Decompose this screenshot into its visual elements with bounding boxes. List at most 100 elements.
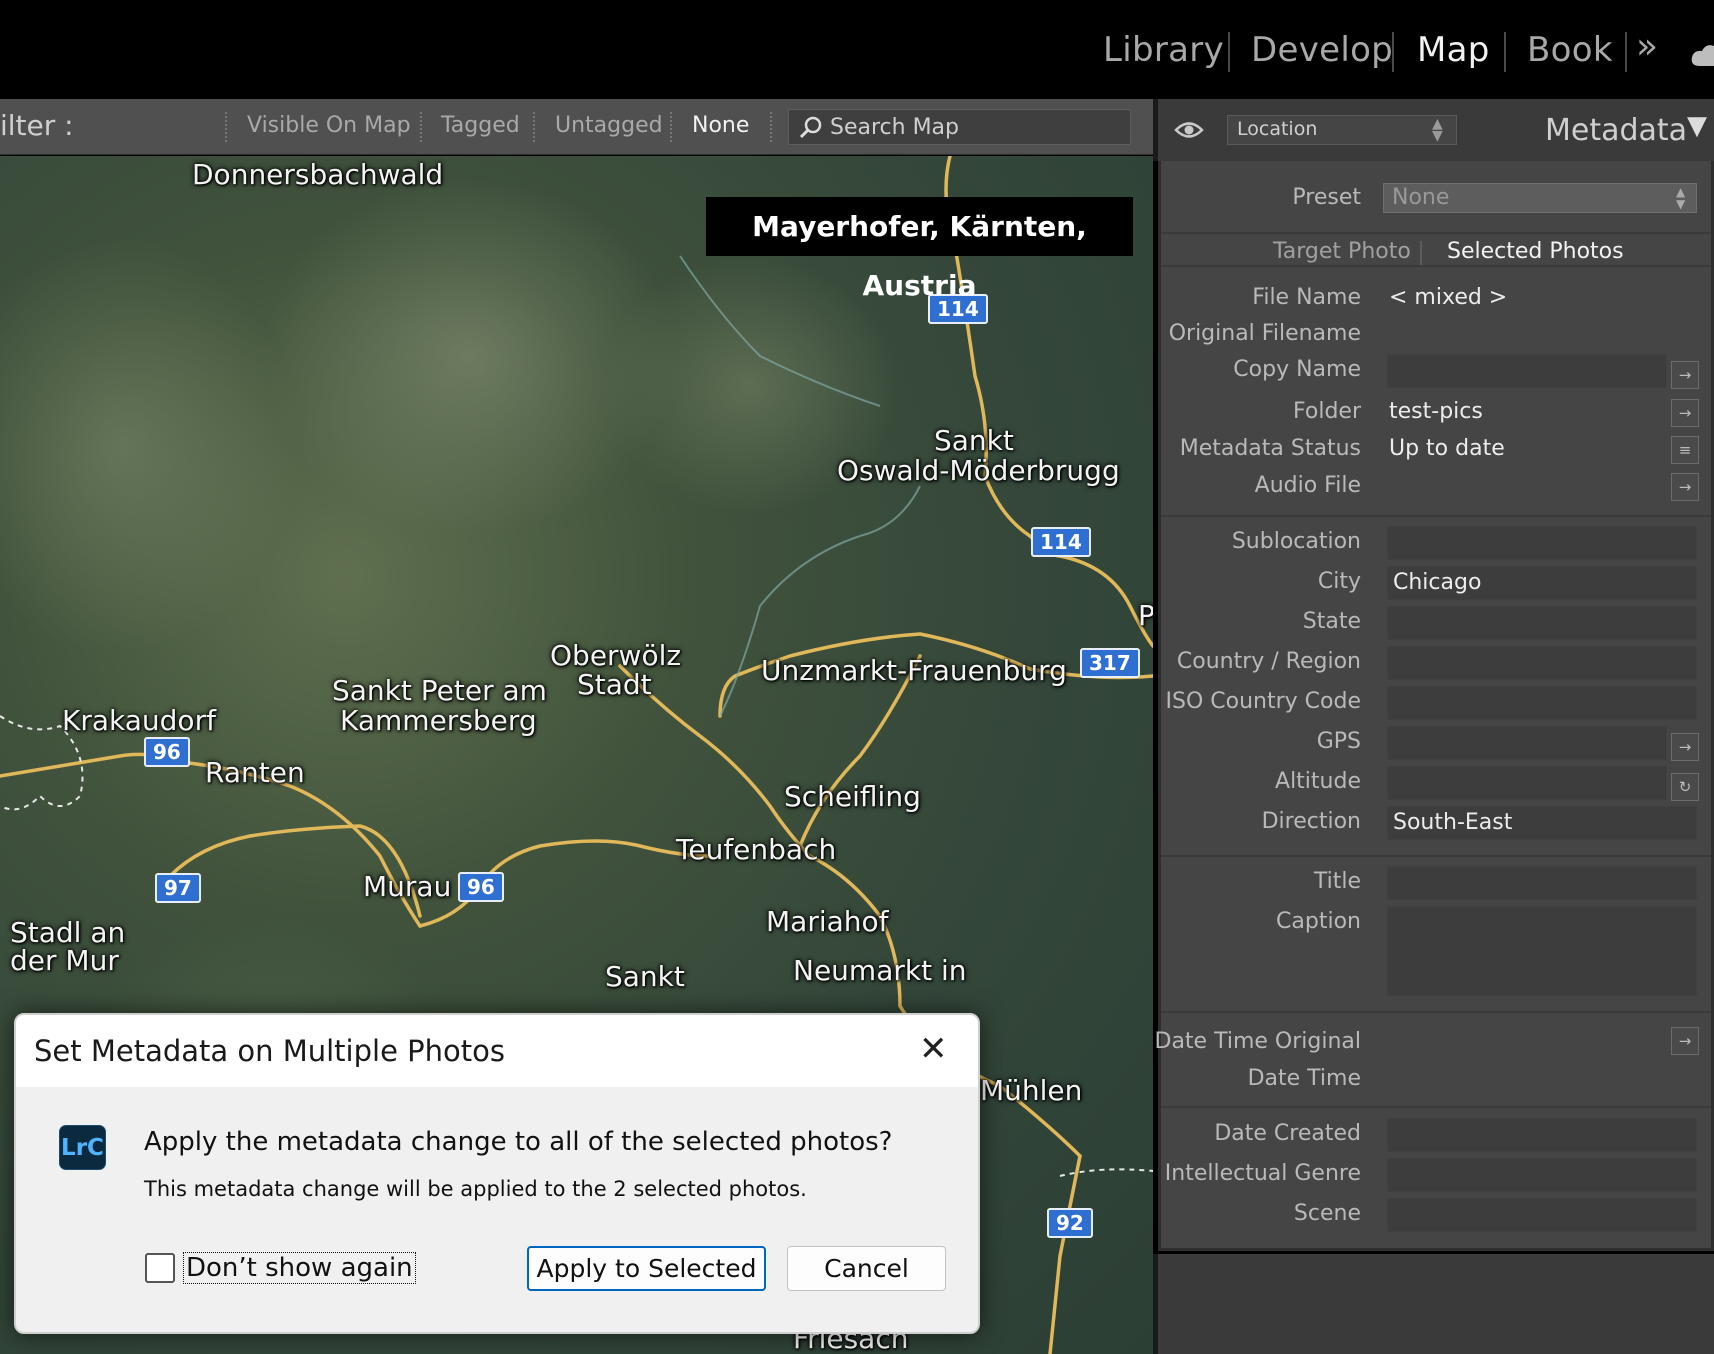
filter-tagged[interactable]: Tagged — [441, 113, 520, 138]
set-metadata-dialog: Set Metadata on Multiple Photos ✕ LrC Ap… — [14, 1013, 980, 1334]
search-icon — [799, 116, 822, 139]
place-label: Mariahof — [766, 905, 889, 938]
country-label: Country / Region — [1176, 649, 1361, 674]
place-label: Scheifling — [784, 780, 921, 813]
arrow-right-icon[interactable]: → — [1671, 361, 1699, 389]
filter-none[interactable]: None — [692, 113, 749, 138]
copy-name-field[interactable] — [1387, 354, 1667, 388]
preset-select[interactable]: None ▲ ▼ — [1383, 183, 1697, 213]
eye-icon[interactable] — [1174, 119, 1204, 141]
place-label: Sankt Peter am — [332, 674, 547, 707]
module-divider — [1392, 32, 1394, 72]
filter-divider — [420, 112, 422, 142]
module-map[interactable]: Map — [1417, 30, 1490, 70]
caption-label: Caption — [1276, 909, 1361, 934]
road-shield: 96 — [144, 737, 190, 767]
filter-label: ilter : — [0, 109, 74, 142]
date-created-field[interactable] — [1387, 1118, 1697, 1152]
intellectual-genre-label: Intellectual Genre — [1164, 1161, 1361, 1186]
cancel-button[interactable]: Cancel — [787, 1246, 946, 1291]
date-created-label: Date Created — [1214, 1121, 1361, 1146]
dont-show-again-checkbox[interactable] — [145, 1253, 175, 1283]
state-label: State — [1302, 609, 1361, 634]
module-divider — [1625, 32, 1627, 72]
dialog-titlebar: Set Metadata on Multiple Photos ✕ — [16, 1015, 978, 1087]
gps-field[interactable] — [1387, 726, 1667, 760]
more-modules-icon[interactable]: » — [1636, 26, 1658, 67]
caption-field[interactable] — [1387, 906, 1697, 996]
altitude-field[interactable] — [1387, 766, 1667, 800]
altitude-label: Altitude — [1275, 769, 1361, 794]
place-label: Ranten — [205, 756, 305, 789]
file-name-value: < mixed > — [1389, 285, 1508, 310]
direction-value: South-East — [1393, 810, 1513, 835]
state-field[interactable] — [1387, 606, 1697, 640]
tab-target-photo[interactable]: Target Photo — [1273, 239, 1411, 264]
folder-value: test-pics — [1389, 399, 1483, 424]
date-time-label: Date Time — [1247, 1066, 1361, 1091]
module-divider — [1228, 32, 1230, 72]
tab-selected-photos[interactable]: Selected Photos — [1447, 239, 1624, 264]
select-stepper-icon: ▲ ▼ — [1432, 116, 1443, 144]
file-name-label: File Name — [1252, 285, 1361, 310]
filter-divider — [770, 112, 772, 142]
place-label: Unzmarkt-Frauenburg — [761, 654, 1067, 687]
metadata-panel: Preset None ▲ ▼ Target Photo Selected Pho… — [1155, 161, 1714, 1251]
refresh-icon[interactable]: ↻ — [1671, 773, 1699, 801]
collapse-triangle-icon[interactable]: ▼ — [1687, 111, 1707, 141]
city-label: City — [1317, 569, 1361, 594]
close-icon[interactable]: ✕ — [919, 1029, 948, 1069]
filter-untagged[interactable]: Untagged — [555, 113, 663, 138]
list-icon[interactable]: ≡ — [1671, 436, 1699, 464]
module-book[interactable]: Book — [1527, 30, 1613, 70]
title-label: Title — [1313, 869, 1361, 894]
location-badge: Mayerhofer, Kärnten, Austria — [706, 197, 1133, 302]
copy-name-label: Copy Name — [1233, 357, 1361, 382]
dialog-detail: This metadata change will be applied to … — [144, 1177, 807, 1201]
place-label: Stadt — [577, 668, 652, 701]
search-placeholder: Search Map — [830, 115, 960, 140]
road-shield: 114 — [1031, 527, 1091, 557]
iso-country-code-label: ISO Country Code — [1165, 689, 1361, 714]
filter-visible-on-map[interactable]: Visible On Map — [247, 113, 411, 138]
divider — [1161, 232, 1711, 234]
filter-divider — [533, 112, 535, 142]
module-develop[interactable]: Develop — [1251, 30, 1393, 70]
module-divider — [1504, 32, 1506, 72]
scene-field[interactable] — [1387, 1198, 1697, 1232]
place-label: Donnersbachwald — [192, 158, 444, 191]
arrow-right-icon[interactable]: → — [1671, 473, 1699, 501]
metadata-status-label: Metadata Status — [1179, 436, 1361, 461]
lrc-logo-icon: LrC — [59, 1125, 106, 1170]
module-library[interactable]: Library — [1103, 30, 1224, 70]
select-stepper-icon: ▲ ▼ — [1676, 185, 1686, 211]
gps-label: GPS — [1316, 729, 1361, 754]
country-field[interactable] — [1387, 646, 1697, 680]
arrow-right-icon[interactable]: → — [1671, 1027, 1699, 1055]
cloud-icon[interactable] — [1690, 40, 1714, 70]
preset-label: Preset — [1292, 185, 1361, 210]
dialog-title: Set Metadata on Multiple Photos — [34, 1034, 505, 1068]
search-map-input[interactable]: Search Map — [788, 109, 1131, 145]
city-field[interactable]: Chicago — [1387, 566, 1697, 600]
metadata-set-select[interactable]: Location ▲ ▼ — [1227, 115, 1457, 145]
filter-divider — [225, 112, 227, 142]
sublocation-field[interactable] — [1387, 526, 1697, 560]
apply-to-selected-button[interactable]: Apply to Selected — [527, 1246, 766, 1291]
arrow-right-icon[interactable]: → — [1671, 733, 1699, 761]
arrow-right-icon[interactable]: → — [1671, 399, 1699, 427]
place-label: der Mur — [10, 944, 119, 977]
dont-show-again-label[interactable]: Don’t show again — [183, 1252, 416, 1284]
intellectual-genre-field[interactable] — [1387, 1158, 1697, 1192]
place-label: Oberwölz — [550, 639, 682, 672]
tab-divider — [1420, 241, 1422, 267]
title-field[interactable] — [1387, 866, 1697, 900]
direction-label: Direction — [1261, 809, 1361, 834]
metadata-set-value: Location — [1237, 118, 1318, 140]
sublocation-label: Sublocation — [1231, 529, 1361, 554]
original-filename-label: Original Filename — [1168, 321, 1361, 346]
iso-country-code-field[interactable] — [1387, 686, 1697, 720]
metadata-status-value: Up to date — [1389, 436, 1505, 461]
direction-field[interactable]: South-East — [1387, 806, 1697, 840]
road-shield: 92 — [1047, 1208, 1093, 1238]
